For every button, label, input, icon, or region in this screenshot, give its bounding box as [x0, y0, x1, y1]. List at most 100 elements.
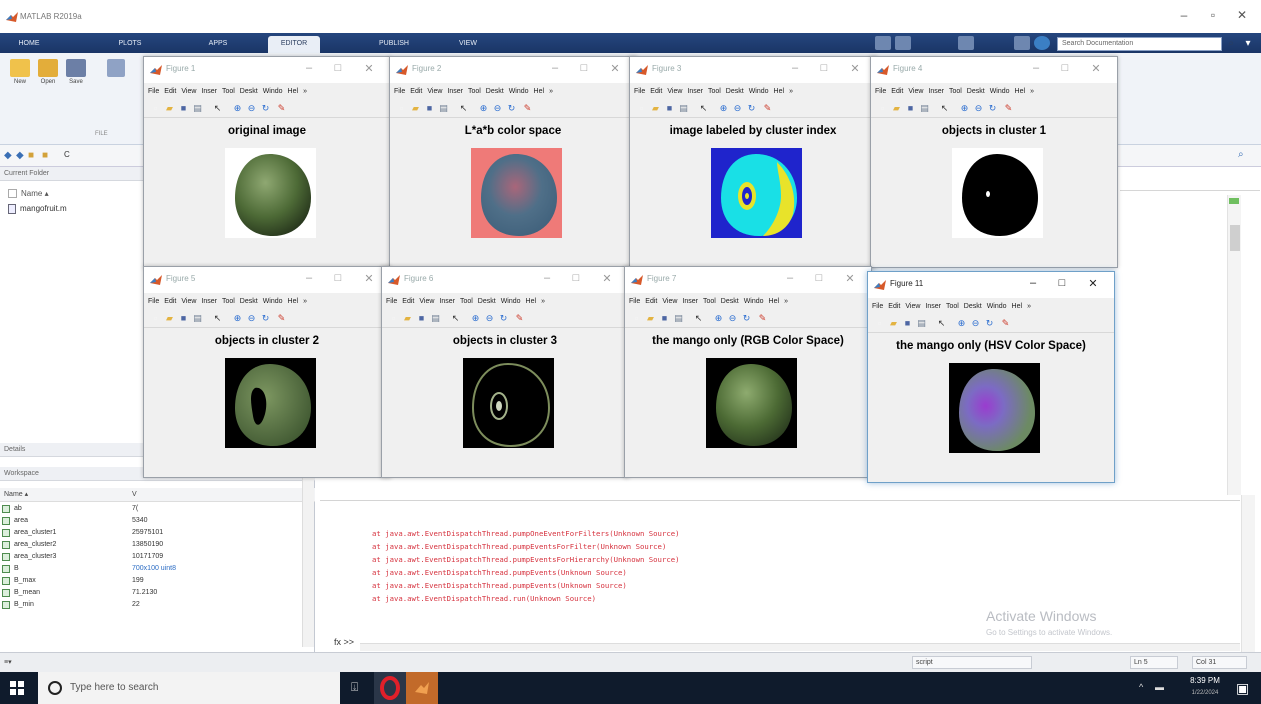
figure-menu-item[interactable]: Inser — [439, 298, 455, 305]
rotate-icon[interactable]: ↻ — [260, 103, 271, 114]
figure-window-7[interactable]: Figure 7 – □ ✕ File Edit View Inser Tool Deskt Win… — [624, 266, 872, 478]
zoom-in-icon[interactable]: ⊕ — [478, 103, 489, 114]
current-path[interactable]: C — [64, 150, 70, 159]
zoom-out-icon[interactable]: ⊖ — [973, 103, 984, 114]
ws-name-column[interactable]: Name ▴ — [4, 488, 28, 502]
documentation-search-input[interactable]: Search Documentation — [1057, 37, 1222, 51]
figure-titlebar[interactable]: Figure 7 – □ ✕ — [625, 267, 871, 293]
save-figure-icon[interactable]: ■ — [178, 103, 189, 114]
figure-close-button[interactable]: ✕ — [359, 62, 379, 75]
figure-menu-item[interactable]: Edit — [164, 298, 176, 305]
tab-publish[interactable]: PUBLISH — [372, 36, 416, 53]
figure-menu-item[interactable]: Hel — [288, 88, 299, 95]
figure-menu-item[interactable]: View — [427, 88, 442, 95]
figure-minimize-button[interactable]: – — [299, 62, 319, 74]
pointer-icon[interactable]: ↖ — [212, 313, 223, 324]
quick-access-save-icon[interactable] — [875, 36, 891, 50]
workspace-row[interactable]: area_cluster3 10171709 — [0, 551, 315, 563]
notification-center-icon[interactable]: ▣ — [1236, 680, 1249, 697]
new-button[interactable]: New — [6, 59, 34, 85]
figure-menu-item[interactable]: Deskt — [486, 88, 504, 95]
quick-access-layout-icon[interactable] — [1014, 36, 1030, 50]
figure-menu-item[interactable]: Edit — [410, 88, 422, 95]
save-figure-icon[interactable]: ■ — [902, 318, 913, 329]
figure-maximize-button[interactable]: □ — [1052, 277, 1072, 289]
zoom-in-icon[interactable]: ⊕ — [956, 318, 967, 329]
figure-menu-overflow-icon[interactable]: » — [1030, 88, 1034, 95]
data-cursor-icon[interactable]: ✎ — [762, 103, 773, 114]
print-icon[interactable]: ▤ — [192, 103, 203, 114]
figure-menu-item[interactable]: Deskt — [964, 303, 982, 310]
figure-titlebar[interactable]: Figure 5 – □ ✕ — [144, 267, 390, 293]
pointer-icon[interactable]: ↖ — [936, 318, 947, 329]
zoom-out-icon[interactable]: ⊖ — [732, 103, 743, 114]
workspace-row[interactable]: ab 7( — [0, 503, 315, 515]
figure-window-3[interactable]: Figure 3 – □ ✕ File Edit View Inser Tool Deskt Win… — [629, 56, 877, 268]
new-figure-icon[interactable]: ▫ — [396, 103, 407, 114]
workspace-row[interactable]: B 700x100 uint8 — [0, 563, 315, 575]
figure-menu-item[interactable]: File — [629, 298, 640, 305]
open-file-icon[interactable]: ▰ — [164, 313, 175, 324]
zoom-out-icon[interactable]: ⊖ — [246, 103, 257, 114]
zoom-in-icon[interactable]: ⊕ — [959, 103, 970, 114]
figure-menu-overflow-icon[interactable]: » — [541, 298, 545, 305]
print-icon[interactable]: ▤ — [438, 103, 449, 114]
figure-menu-item[interactable]: Tool — [222, 88, 235, 95]
quick-access-undo-icon[interactable] — [958, 36, 974, 50]
close-button[interactable]: ✕ — [1230, 8, 1254, 22]
zoom-out-icon[interactable]: ⊖ — [970, 318, 981, 329]
figure-close-button[interactable]: ✕ — [605, 62, 625, 75]
figure-menu-item[interactable]: View — [181, 88, 196, 95]
save-figure-icon[interactable]: ■ — [659, 313, 670, 324]
matlab-app-icon[interactable] — [406, 672, 438, 704]
figure-window-6[interactable]: Figure 6 – □ ✕ File Edit View Inser Tool Deskt Win… — [381, 266, 629, 478]
figure-menu-overflow-icon[interactable]: » — [789, 88, 793, 95]
new-figure-icon[interactable]: ▫ — [877, 103, 888, 114]
rotate-icon[interactable]: ↻ — [498, 313, 509, 324]
editor-scrollbar[interactable] — [1227, 195, 1241, 495]
pointer-icon[interactable]: ↖ — [939, 103, 950, 114]
figure-menu-item[interactable]: View — [419, 298, 434, 305]
figure-menu-item[interactable]: Hel — [774, 88, 785, 95]
figure-menu-item[interactable]: Hel — [769, 298, 780, 305]
figure-close-button[interactable]: ✕ — [597, 272, 617, 285]
print-icon[interactable]: ▤ — [430, 313, 441, 324]
figure-menu-item[interactable]: Tool — [708, 88, 721, 95]
figure-menu-item[interactable]: Edit — [650, 88, 662, 95]
workspace-row[interactable]: area_cluster1 25975101 — [0, 527, 315, 539]
figure-menu-item[interactable]: Windo — [744, 298, 764, 305]
workspace-row[interactable]: B_min 22 — [0, 599, 315, 611]
figure-menu-item[interactable]: View — [905, 303, 920, 310]
save-figure-icon[interactable]: ■ — [905, 103, 916, 114]
figure-menu-item[interactable]: Hel — [1012, 303, 1023, 310]
select-all-checkbox[interactable] — [8, 189, 17, 199]
new-figure-icon[interactable]: ▫ — [636, 103, 647, 114]
zoom-out-icon[interactable]: ⊖ — [492, 103, 503, 114]
figure-menu-item[interactable]: Deskt — [478, 298, 496, 305]
new-figure-icon[interactable]: ▫ — [388, 313, 399, 324]
figure-titlebar[interactable]: Figure 3 – □ ✕ — [630, 57, 876, 83]
figure-menu-overflow-icon[interactable]: » — [303, 88, 307, 95]
ws-value-column[interactable]: V — [132, 488, 137, 502]
rotate-icon[interactable]: ↻ — [260, 313, 271, 324]
print-icon[interactable]: ▤ — [678, 103, 689, 114]
address-search-icon[interactable]: ⌕ — [1238, 149, 1244, 160]
pointer-icon[interactable]: ↖ — [698, 103, 709, 114]
figure-menu-item[interactable]: Edit — [645, 298, 657, 305]
figure-minimize-button[interactable]: – — [545, 62, 565, 74]
figure-window-2[interactable]: Figure 2 – □ ✕ File Edit View Inser Tool Deskt Win… — [389, 56, 637, 268]
figure-close-button[interactable]: ✕ — [1086, 62, 1106, 75]
data-cursor-icon[interactable]: ✎ — [276, 103, 287, 114]
open-file-icon[interactable]: ▰ — [410, 103, 421, 114]
print-icon[interactable]: ▤ — [192, 313, 203, 324]
figure-titlebar[interactable]: Figure 6 – □ ✕ — [382, 267, 628, 293]
figure-close-button[interactable]: ✕ — [359, 272, 379, 285]
toolstrip-menu-icon[interactable]: ▾ — [1241, 37, 1255, 51]
figure-menu-item[interactable]: Hel — [288, 298, 299, 305]
search-icon[interactable]: ⌕ — [1224, 37, 1238, 51]
taskbar-search-box[interactable]: Type here to search — [38, 672, 340, 704]
figure-menu-item[interactable]: Tool — [468, 88, 481, 95]
save-figure-icon[interactable]: ■ — [664, 103, 675, 114]
figure-menu-item[interactable]: Hel — [1015, 88, 1026, 95]
file-item-mangofruit[interactable]: mangofruit.m — [8, 204, 67, 214]
